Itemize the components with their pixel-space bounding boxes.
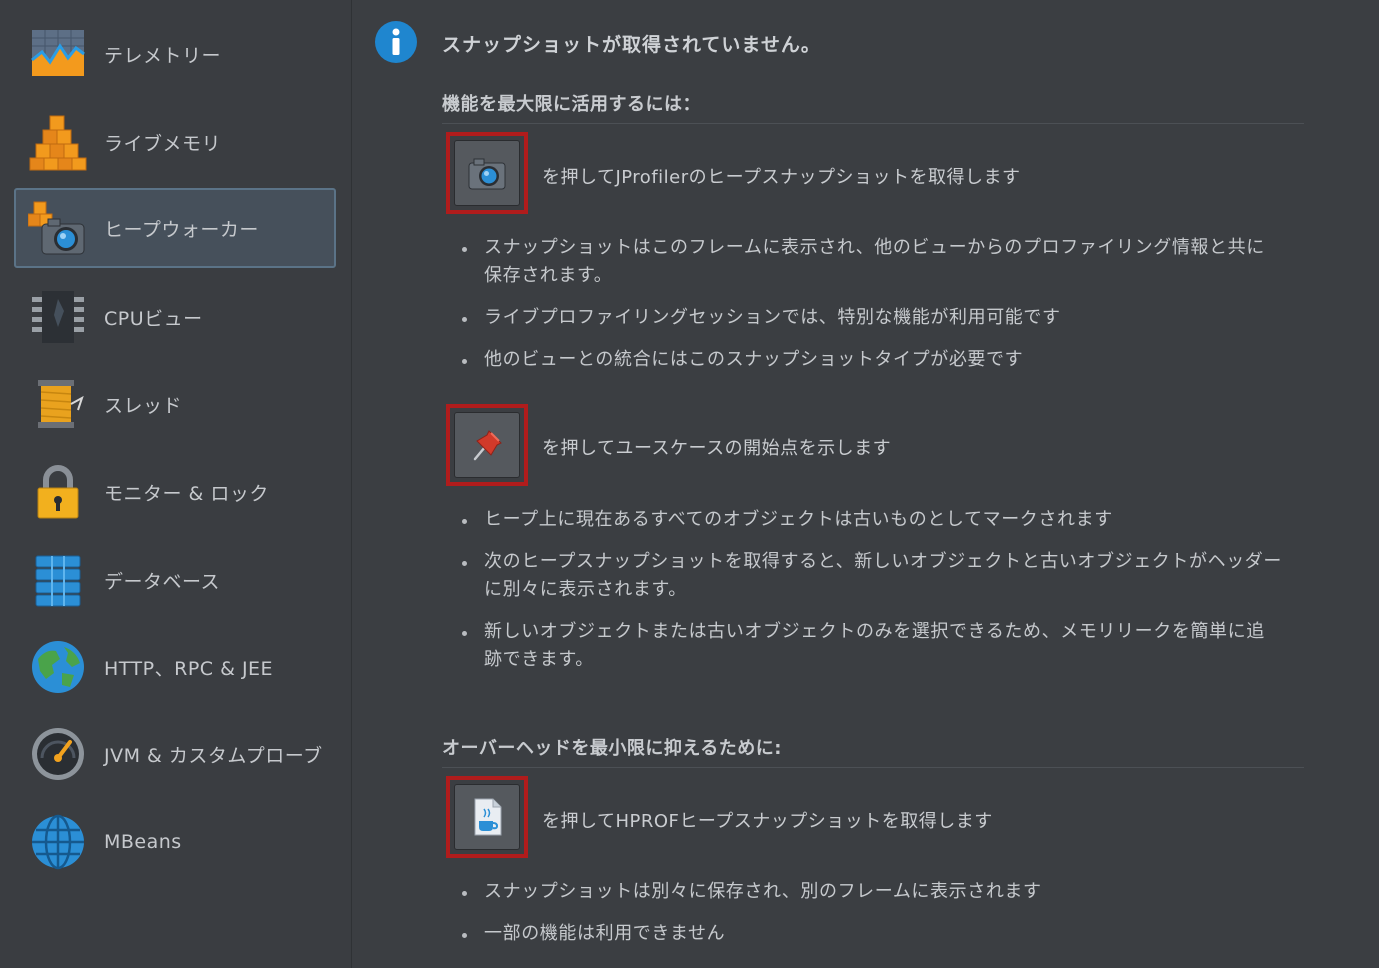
list-item: ヒープ上に現在あるすべてのオブジェクトは古いものとしてマークされます [462,506,1282,534]
list-item: ライブプロファイリングセッションでは、特別な機能が利用可能です [462,304,1282,332]
page-title: スナップショットが取得されていません。 [442,34,821,56]
database-icon [28,550,88,610]
sidebar-item-label: CPUビュー [104,307,203,330]
sidebar-item-heap-walker[interactable]: ヒープウォーカー [14,188,336,268]
cpu-chip-icon [28,287,88,347]
sidebar-item-label: データベース [104,570,221,593]
sidebar-item-telemetry[interactable]: テレメトリー [14,14,336,94]
hprof-file-icon [474,798,502,836]
section-divider [442,123,1304,124]
sidebar-item-cpu-views[interactable]: CPUビュー [14,277,336,357]
sidebar-item-live-memory[interactable]: ライブメモリ [14,102,336,182]
mbeans-globe-icon [28,812,88,872]
highlight-frame [446,404,528,486]
telemetry-icon [28,24,88,84]
take-hprof-snapshot-button[interactable] [454,784,520,850]
sidebar-item-label: JVM & カスタムプローブ [104,744,323,767]
sidebar-item-label: モニター & ロック [104,482,269,505]
list-item: スナップショットは別々に保存され、別のフレームに表示されます [462,878,1282,906]
heap-walker-panel: スナップショットが取得されていません。 機能を最大限に活用するには： を押してJ… [352,0,1379,968]
list-item: 他のビューとの統合にはこのスナップショットタイプが必要です [462,346,1282,374]
sidebar-item-label: MBeans [104,831,182,853]
mark-heap-text: を押してユースケースの開始点を示します [542,438,892,459]
info-icon [374,20,418,64]
sidebar-item-http-rpc-jee[interactable]: HTTP、RPC & JEE [14,627,336,707]
globe-icon [28,637,88,697]
section-heading-minimal-overhead: オーバーヘッドを最小限に抑えるために: [442,738,782,759]
thread-spool-icon [28,374,88,434]
sidebar-item-label: ライブメモリ [104,132,222,155]
sidebar-item-databases[interactable]: データベース [14,540,336,620]
sidebar-item-label: テレメトリー [104,44,222,67]
sidebar-item-label: HTTP、RPC & JEE [104,657,274,680]
sidebar: テレメトリー ライブメモリ ヒープウォーカー CPUビュー スレッド モニター … [0,0,352,968]
list-item: 次のヒープスナップショットを取得すると、新しいオブジェクトと古いオブジェクトがヘ… [462,548,1282,604]
padlock-icon [28,462,88,522]
list-item: 新しいオブジェクトまたは古いオブジェクトのみを選択できるため、メモリリークを簡単… [462,618,1282,674]
section-divider [442,767,1304,768]
section-heading-full-features: 機能を最大限に活用するには： [442,94,701,115]
list-item: 一部の機能は利用できません [462,920,1282,948]
sidebar-item-mbeans[interactable]: MBeans [14,802,336,882]
pushpin-icon [473,430,502,461]
mark-heap-button[interactable] [454,412,520,478]
take-heap-snapshot-text: を押してJProfilerのヒープスナップショットを取得します [542,167,1021,188]
sidebar-item-monitors-locks[interactable]: モニター & ロック [14,452,336,532]
heap-walker-icon [28,198,88,258]
sidebar-item-label: スレッド [104,394,183,417]
take-hprof-snapshot-text: を押してHPROFヒープスナップショットを取得します [542,811,993,832]
camera-icon [468,158,506,190]
gauge-icon [28,724,88,784]
heap-snapshot-bullets: スナップショットはこのフレームに表示され、他のビューからのプロファイリング情報と… [462,234,1282,388]
hprof-snapshot-bullets: スナップショットは別々に保存され、別のフレームに表示されます 一部の機能は利用で… [462,878,1282,962]
take-heap-snapshot-button[interactable] [454,140,520,206]
mark-heap-bullets: ヒープ上に現在あるすべてのオブジェクトは古いものとしてマークされます 次のヒープ… [462,506,1282,688]
highlight-frame [446,132,528,214]
list-item: スナップショットはこのフレームに表示され、他のビューからのプロファイリング情報と… [462,234,1282,290]
sidebar-item-jvm-custom-probes[interactable]: JVM & カスタムプローブ [14,714,336,794]
sidebar-item-threads[interactable]: スレッド [14,364,336,444]
sidebar-item-label: ヒープウォーカー [104,218,259,241]
live-memory-icon [28,112,88,172]
highlight-frame [446,776,528,858]
